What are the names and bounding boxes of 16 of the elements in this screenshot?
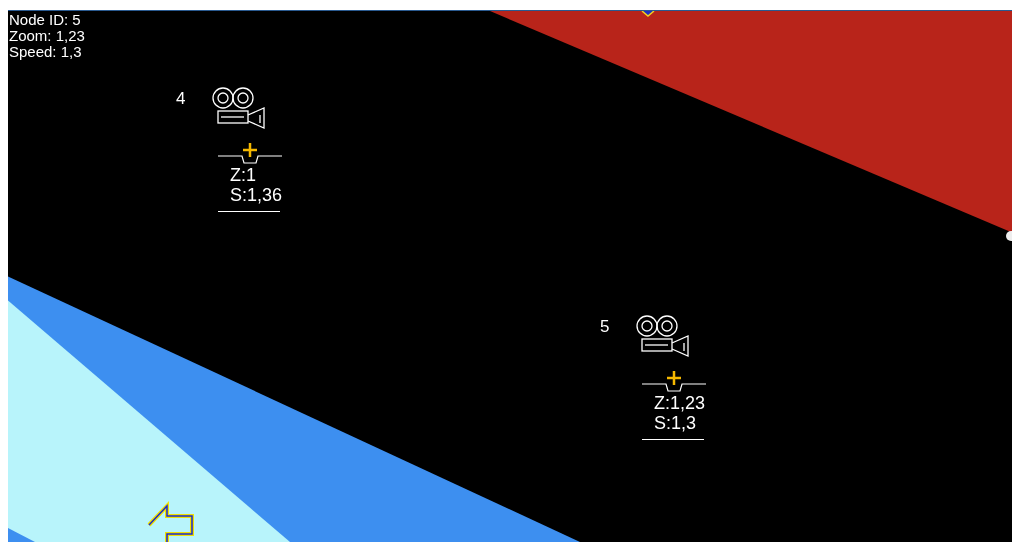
speed-value: S:1,36 bbox=[230, 184, 283, 207]
marker-icon[interactable] bbox=[641, 11, 655, 17]
node-id: 5 bbox=[600, 317, 610, 337]
zoom-value: Z:1,23 bbox=[654, 392, 706, 415]
node-baseline bbox=[218, 155, 282, 165]
node-baseline bbox=[642, 383, 706, 393]
node-id: 4 bbox=[176, 89, 186, 109]
info-text: Node ID: 5 bbox=[9, 12, 82, 28]
crosshair-icon[interactable] bbox=[667, 371, 681, 385]
info-text: Zoom: 1,23 bbox=[9, 28, 85, 44]
crosshair-icon[interactable] bbox=[243, 143, 257, 157]
info-text: Speed: 1,3 bbox=[9, 44, 83, 60]
camera-icon[interactable] bbox=[210, 87, 267, 129]
speed-value: S:1,3 bbox=[654, 412, 697, 435]
camera-icon[interactable] bbox=[634, 315, 691, 357]
zoom-value: Z:1 bbox=[230, 164, 256, 187]
